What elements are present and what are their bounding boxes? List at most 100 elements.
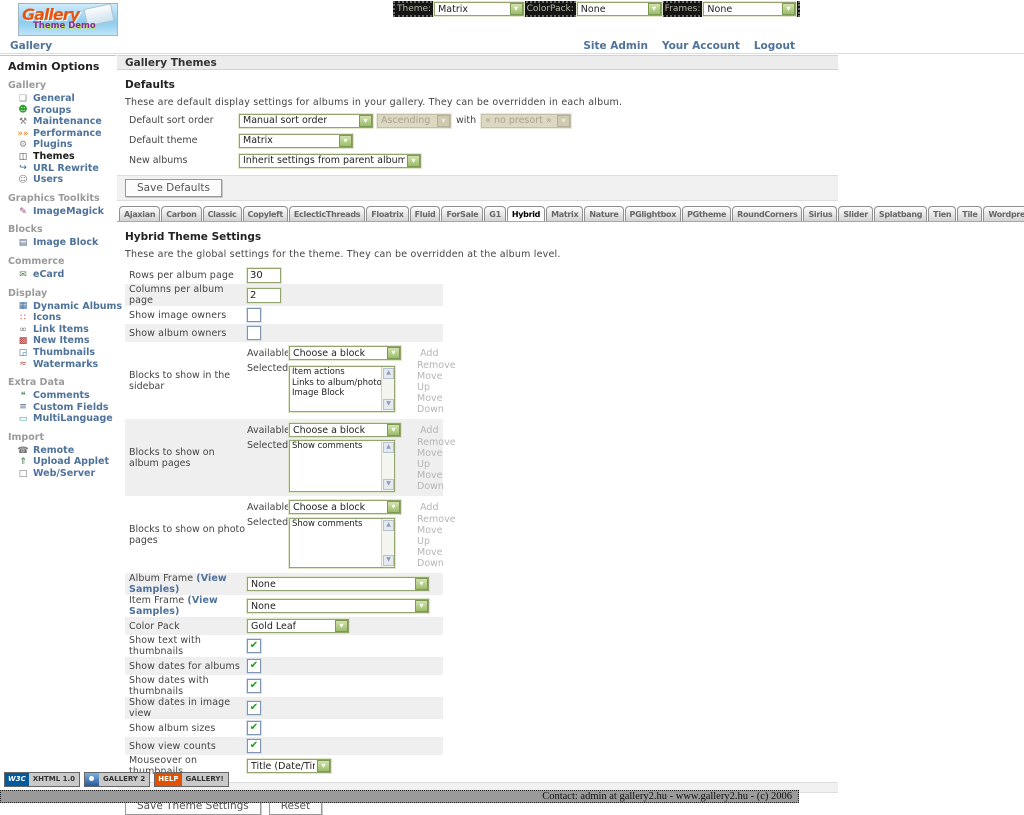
tab-splatbang[interactable]: Splatbang: [874, 206, 927, 221]
scroll-up-icon[interactable]: ▲: [383, 520, 394, 531]
sidebar-item-custom-fields[interactable]: ≡Custom Fields: [8, 402, 116, 414]
sidebar-item-imagemagick[interactable]: ✎ImageMagick: [8, 206, 116, 218]
select-choose-a-block[interactable]: Choose a block▾: [289, 500, 401, 514]
tab-wordpressembedded[interactable]: WordpressEmbedded: [983, 206, 1024, 221]
sidebar-item-maintenance[interactable]: ⚒Maintenance: [8, 116, 116, 128]
sidebar-item-general[interactable]: ❏General: [8, 93, 116, 105]
tab-g1[interactable]: G1: [484, 206, 506, 221]
scroll-down-icon[interactable]: ▼: [383, 555, 394, 566]
select-none[interactable]: None▾: [247, 577, 429, 591]
save-defaults-button[interactable]: Save Defaults: [125, 179, 222, 197]
sidebar-item-ecard[interactable]: ✉eCard: [8, 269, 116, 281]
help-gallery-badge[interactable]: HELP GALLERY!: [154, 772, 228, 787]
sidebar-item-dynamic-albums[interactable]: ▦Dynamic Albums: [8, 301, 116, 313]
tab-pglightbox[interactable]: PGlightbox: [625, 206, 682, 221]
listbox-scrollbar[interactable]: ▲▼: [381, 441, 394, 491]
select-choose-a-block[interactable]: Choose a block▾: [289, 346, 401, 360]
sidebar-item-url-rewrite[interactable]: ↪URL Rewrite: [8, 163, 116, 175]
gallery-logo[interactable]: Gallery Theme Demo: [18, 3, 118, 36]
breadcrumb-gallery-link[interactable]: Gallery: [10, 40, 52, 52]
tab-forsale[interactable]: ForSale: [441, 206, 483, 221]
sidebar-item-watermarks[interactable]: ≈Watermarks: [8, 359, 116, 371]
scroll-down-icon[interactable]: ▼: [383, 399, 394, 410]
select-gold-leaf[interactable]: Gold Leaf▾: [247, 619, 349, 633]
nav-link-your-account[interactable]: Your Account: [662, 40, 740, 52]
settings-checkbox-checked[interactable]: ✔: [247, 679, 261, 693]
sidebar-item-plugins[interactable]: ⚙Plugins: [8, 139, 116, 151]
frames-select[interactable]: None ▾: [703, 2, 796, 16]
settings-checkbox-checked[interactable]: ✔: [247, 721, 261, 735]
settings-text-input[interactable]: [247, 288, 281, 303]
tab-sirius[interactable]: Sirius: [803, 206, 837, 221]
sidebar-item-remote[interactable]: ☎Remote: [8, 445, 116, 457]
w3c-xhtml-badge[interactable]: W3C XHTML 1.0: [4, 772, 80, 787]
select-choose-a-block[interactable]: Choose a block▾: [289, 423, 401, 437]
listbox-item[interactable]: Show comments: [290, 519, 394, 530]
view-samples-link[interactable]: (View Samples): [129, 573, 227, 595]
sidebar-section-label: Extra Data: [8, 377, 116, 388]
sidebar-item-thumbnails[interactable]: ◲Thumbnails: [8, 347, 116, 359]
tab-tien[interactable]: Tien: [928, 206, 956, 221]
tab-nature[interactable]: Nature: [584, 206, 623, 221]
sort-order-select[interactable]: Manual sort order ▾: [239, 114, 373, 128]
tab-eclecticthreads[interactable]: EclecticThreads: [289, 206, 365, 221]
sidebar-item-icons[interactable]: ∷Icons: [8, 312, 116, 324]
sidebar-item-comments[interactable]: ❝Comments: [8, 390, 116, 402]
tab-tile[interactable]: Tile: [957, 206, 982, 221]
sidebar-item-image-block[interactable]: ▤Image Block: [8, 237, 116, 249]
tab-floatrix[interactable]: Floatrix: [366, 206, 408, 221]
selected-blocks-listbox[interactable]: Show comments▲▼: [289, 518, 395, 568]
selected-blocks-listbox[interactable]: Item actionsLinks to album/photo peersIm…: [289, 366, 395, 412]
sidebar-item-label: New Items: [33, 335, 90, 347]
settings-checkbox-checked[interactable]: ✔: [247, 739, 261, 753]
sidebar-item-groups[interactable]: ☻Groups: [8, 105, 116, 117]
settings-checkbox[interactable]: [247, 326, 261, 340]
theme-select[interactable]: Matrix ▾: [434, 2, 523, 16]
sidebar-item-new-items[interactable]: ▩New Items: [8, 335, 116, 347]
tab-matrix[interactable]: Matrix: [546, 206, 583, 221]
scroll-down-icon[interactable]: ▼: [383, 479, 394, 490]
dropdown-arrow-icon: ▾: [387, 347, 400, 359]
select-none[interactable]: None▾: [247, 599, 429, 613]
sidebar-item-themes[interactable]: ◫Themes: [8, 151, 116, 163]
gallery2-badge[interactable]: GALLERY 2: [84, 772, 150, 787]
tab-fluid[interactable]: Fluid: [410, 206, 441, 221]
selected-blocks-listbox[interactable]: Show comments▲▼: [289, 440, 395, 492]
nav-link-logout[interactable]: Logout: [754, 40, 795, 52]
sidebar-item-upload-applet[interactable]: ⇑Upload Applet: [8, 456, 116, 468]
tab-classic[interactable]: Classic: [203, 206, 242, 221]
scroll-up-icon[interactable]: ▲: [383, 442, 394, 453]
settings-checkbox-checked[interactable]: ✔: [247, 639, 261, 653]
sidebar-item-users[interactable]: ☺Users: [8, 174, 116, 186]
sidebar-item-performance[interactable]: »»Performance: [8, 128, 116, 140]
listbox-scrollbar[interactable]: ▲▼: [381, 367, 394, 411]
listbox-item[interactable]: Show comments: [290, 441, 394, 452]
colorpack-select[interactable]: None ▾: [577, 2, 662, 16]
tab-pgtheme[interactable]: PGtheme: [682, 206, 731, 221]
new-albums-select[interactable]: Inherit settings from parent album ▾: [239, 154, 421, 168]
tab-slider[interactable]: Slider: [838, 206, 873, 221]
presort-select: « no presort » ▾: [481, 114, 571, 128]
settings-checkbox[interactable]: [247, 308, 261, 322]
sidebar-item-link-items[interactable]: ∞Link Items: [8, 324, 116, 336]
view-samples-link[interactable]: (View Samples): [129, 595, 218, 617]
listbox-scrollbar[interactable]: ▲▼: [381, 519, 394, 567]
tab-roundcorners[interactable]: RoundCorners: [732, 206, 802, 221]
tab-ajaxian[interactable]: Ajaxian: [119, 206, 160, 221]
select-title-date-time[interactable]: Title (Date/Time)▾: [247, 759, 331, 773]
settings-checkbox-checked[interactable]: ✔: [247, 701, 261, 715]
tab-copyleft[interactable]: Copyleft: [243, 206, 288, 221]
settings-row-show-album-owners: Show album owners: [125, 324, 443, 342]
tab-carbon[interactable]: Carbon: [161, 206, 201, 221]
scroll-up-icon[interactable]: ▲: [383, 368, 394, 379]
settings-checkbox-checked[interactable]: ✔: [247, 659, 261, 673]
nav-link-site-admin[interactable]: Site Admin: [583, 40, 648, 52]
settings-text-input[interactable]: [247, 268, 281, 283]
tab-hybrid[interactable]: Hybrid: [507, 206, 545, 222]
default-theme-select[interactable]: Matrix ▾: [239, 134, 353, 148]
sidebar-item-web-server[interactable]: □Web/Server: [8, 468, 116, 480]
listbox-item[interactable]: Item actions: [290, 367, 394, 378]
sidebar-item-multilanguage[interactable]: ▭MultiLanguage: [8, 413, 116, 425]
listbox-item[interactable]: Image Block: [290, 388, 394, 399]
listbox-item[interactable]: Links to album/photo peers: [290, 378, 394, 389]
